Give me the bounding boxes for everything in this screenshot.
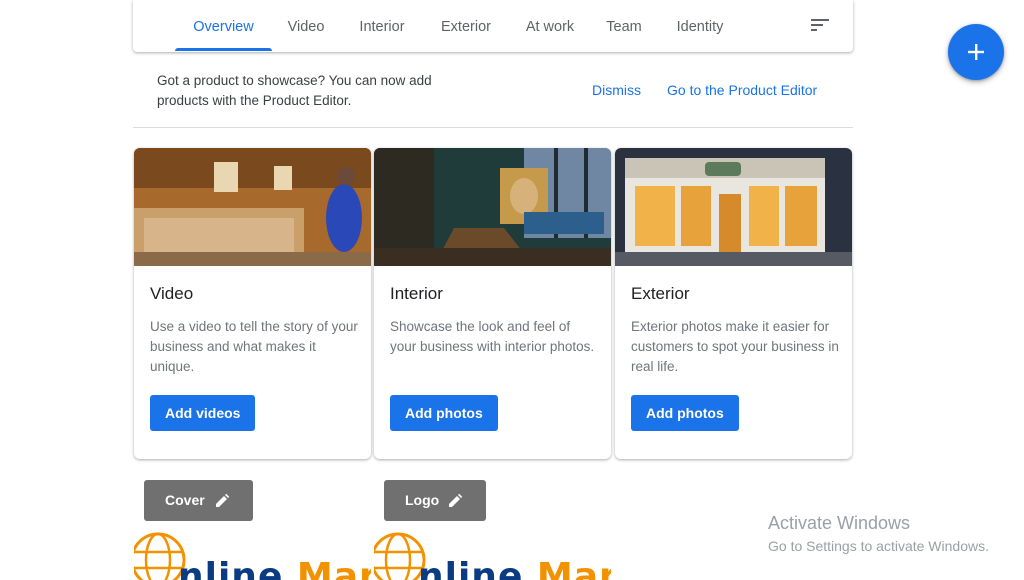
interior-card-image	[374, 148, 611, 266]
add-fab-button[interactable]	[948, 24, 1004, 80]
add-videos-button[interactable]: Add videos	[150, 395, 256, 431]
tab-interior[interactable]: Interior	[352, 0, 412, 52]
tab-exterior[interactable]: Exterior	[434, 0, 498, 52]
tab-identity[interactable]: Identity	[670, 0, 730, 52]
tabs-bar: Overview Video Interior Exterior At work…	[133, 0, 853, 52]
video-card-title: Video	[150, 284, 194, 303]
tab-team[interactable]: Team	[603, 0, 645, 52]
cover-image: nline Marke	[134, 530, 371, 580]
exterior-card: Exterior Exterior photos make it easier …	[615, 148, 852, 459]
cover-logo-text: nline Marke	[178, 556, 371, 580]
activate-windows-title: Activate Windows	[768, 513, 911, 533]
pencil-icon	[216, 493, 230, 507]
activate-windows-subtitle: Go to Settings to activate Windows.	[768, 538, 989, 554]
interior-card-description: Showcase the look and feel of your busin…	[390, 319, 595, 354]
logo-image-text: nline Marke	[418, 556, 611, 580]
divider	[133, 127, 853, 128]
exterior-card-title: Exterior	[631, 284, 690, 303]
banner-line-2: products with the Product Editor.	[157, 93, 352, 108]
sort-filter-icon[interactable]	[810, 17, 830, 33]
active-tab-indicator	[175, 48, 272, 51]
dismiss-link[interactable]: Dismiss	[592, 82, 641, 98]
add-exterior-photos-button[interactable]: Add photos	[631, 395, 739, 431]
logo-label: Logo	[405, 492, 440, 508]
interior-card: Interior Showcase the look and feel of y…	[374, 148, 611, 459]
cover-label: Cover	[165, 492, 205, 508]
tab-overview[interactable]: Overview	[175, 0, 272, 52]
plus-icon	[968, 44, 984, 60]
logo-image: nline Marke	[374, 530, 611, 580]
video-card-image	[134, 148, 371, 266]
video-card-description: Use a video to tell the story of your bu…	[150, 319, 358, 374]
video-card: Video Use a video to tell the story of y…	[134, 148, 371, 459]
interior-card-title: Interior	[390, 284, 443, 303]
banner-line-1: Got a product to showcase? You can now a…	[157, 73, 432, 88]
tab-video[interactable]: Video	[281, 0, 331, 52]
tab-at-work[interactable]: At work	[519, 0, 581, 52]
go-to-product-editor-link[interactable]: Go to the Product Editor	[667, 82, 817, 98]
logo-edit-button[interactable]: Logo	[384, 480, 486, 521]
exterior-card-image	[615, 148, 852, 266]
cover-edit-button[interactable]: Cover	[144, 480, 253, 521]
pencil-icon	[449, 493, 463, 507]
exterior-card-description: Exterior photos make it easier for custo…	[631, 319, 839, 374]
add-interior-photos-button[interactable]: Add photos	[390, 395, 498, 431]
product-editor-banner-text: Got a product to showcase? You can now a…	[157, 71, 457, 111]
